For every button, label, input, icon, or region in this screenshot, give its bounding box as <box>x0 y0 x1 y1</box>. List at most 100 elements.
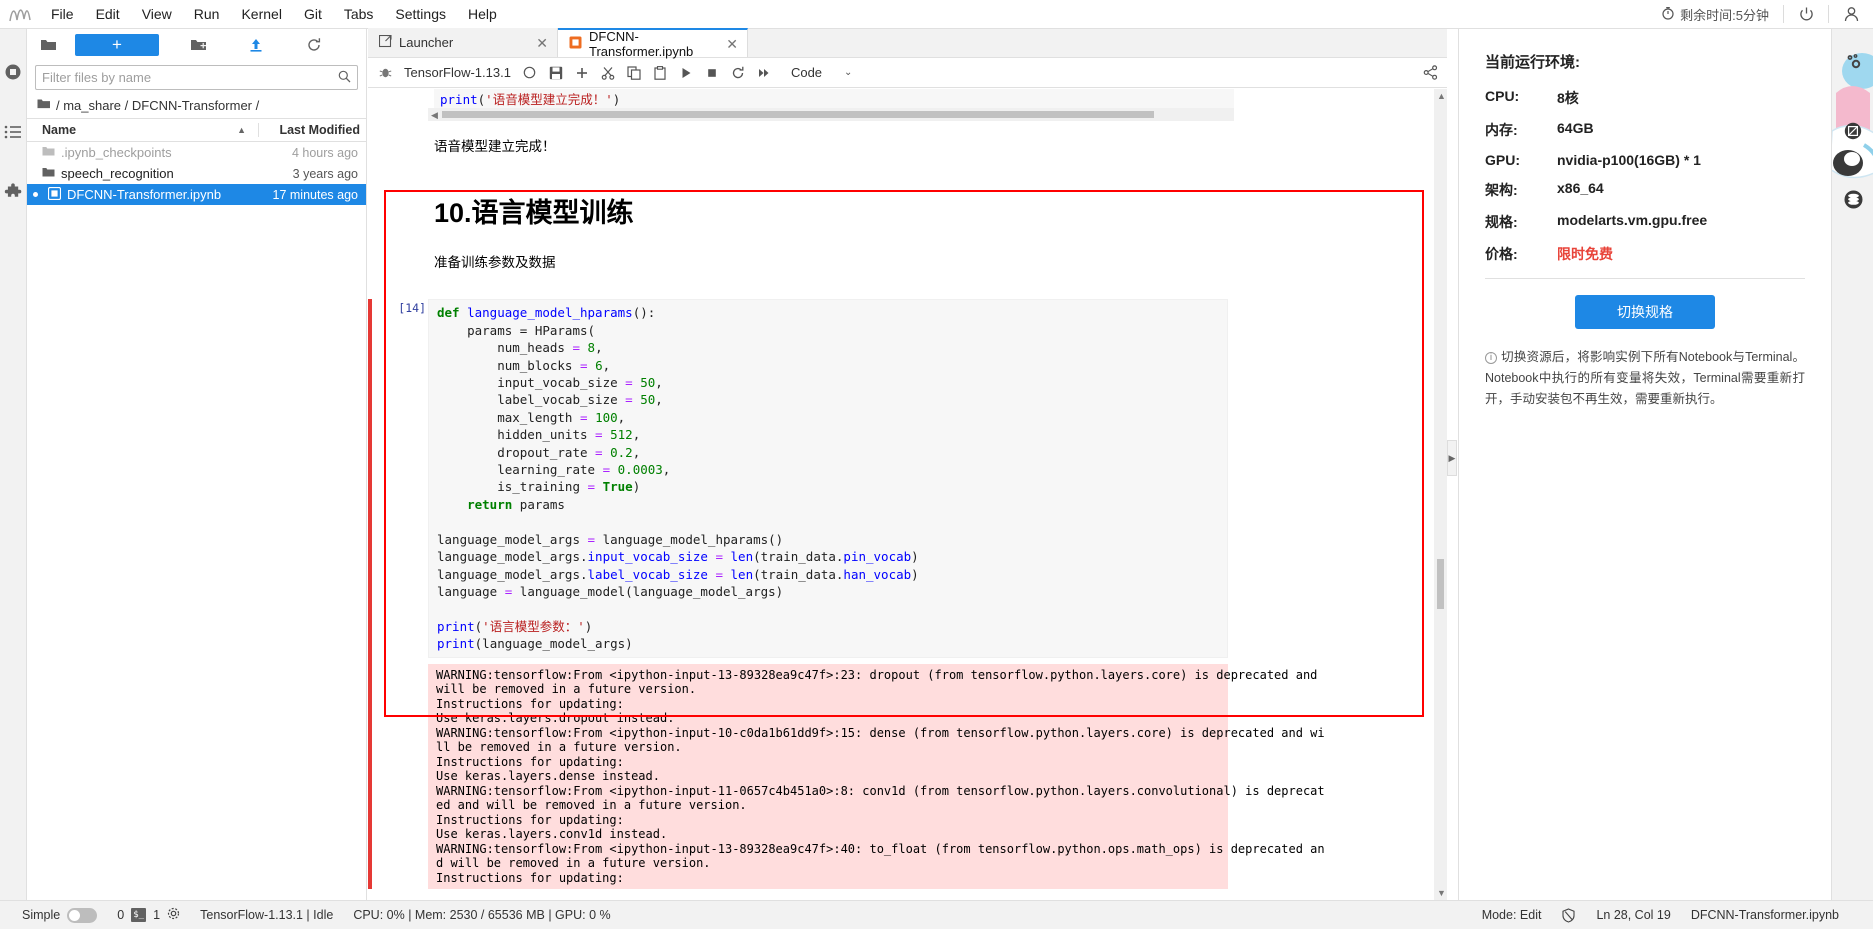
file-row-name: .ipynb_checkpoints <box>27 145 258 160</box>
menu-view[interactable]: View <box>131 0 183 29</box>
stop-icon[interactable] <box>699 60 725 86</box>
menu-git[interactable]: Git <box>293 0 333 29</box>
cell-prompt-label: [14] <box>398 301 426 316</box>
restart-icon[interactable] <box>725 60 751 86</box>
list-item[interactable]: speech_recognition 3 years ago <box>27 163 366 184</box>
power-icon[interactable] <box>1784 0 1828 29</box>
menu-file[interactable]: File <box>40 0 85 29</box>
notebook-vertical-scrollbar[interactable]: ▲ ▼ <box>1434 89 1447 900</box>
menu-edit[interactable]: Edit <box>85 0 131 29</box>
status-bar-right-group: Mode: Edit Ln 28, Col 19 DFCNN-Transform… <box>1472 901 1873 929</box>
share-icon[interactable] <box>1417 60 1443 86</box>
notebook-scroll-area[interactable]: print('语音模型建立完成！') ◀ 语音模型建立完成！ 10.语言模型训练… <box>368 89 1447 900</box>
divider <box>1485 278 1805 279</box>
run-icon[interactable] <box>673 60 699 86</box>
menu-bar: File Edit View Run Kernel Git Tabs Setti… <box>0 0 1873 29</box>
column-header-name[interactable]: Name ▲ <box>27 123 258 137</box>
column-header-last-modified[interactable]: Last Modified <box>258 123 366 137</box>
search-input[interactable] <box>42 70 338 85</box>
info-circle-icon: i <box>1485 351 1497 364</box>
env-key-price: 价格: <box>1485 246 1518 262</box>
code-token-paren-close: ) <box>612 92 621 107</box>
terminal-icon: $_ <box>131 908 147 922</box>
jupyter-logo-icon <box>0 4 40 24</box>
file-list: .ipynb_checkpoints 4 hours ago speech_re… <box>27 142 366 205</box>
cut-icon[interactable] <box>595 60 621 86</box>
breadcrumb[interactable]: / ma_share / DFCNN-Transformer / <box>27 93 366 118</box>
bug-icon[interactable] <box>372 60 398 86</box>
menu-run[interactable]: Run <box>183 0 231 29</box>
menu-settings[interactable]: Settings <box>384 0 457 29</box>
property-inspector-icon[interactable] <box>1832 39 1873 83</box>
file-row-name: speech_recognition <box>27 166 258 181</box>
markdown-heading[interactable]: 10.语言模型训练 <box>434 191 1447 230</box>
cell-type-select[interactable]: Code ⌄ <box>785 62 858 84</box>
launcher-icon <box>378 34 392 51</box>
unsaved-dot-icon <box>33 192 38 197</box>
switch-spec-note-text: 切换资源后，将影响实例下所有Notebook与Terminal。 Noteboo… <box>1485 350 1805 406</box>
toggle-switch[interactable] <box>67 907 98 923</box>
upload-icon[interactable] <box>227 31 285 58</box>
current-file-name: DFCNN-Transformer.ipynb <box>1690 908 1839 922</box>
add-folder-icon[interactable] <box>169 31 227 58</box>
close-icon[interactable]: ✕ <box>718 37 738 51</box>
running-terminals-icon[interactable] <box>0 51 27 93</box>
close-icon[interactable]: ✕ <box>528 36 548 50</box>
file-name-label: speech_recognition <box>61 166 174 181</box>
markdown-paragraph[interactable]: 准备训练参数及数据 <box>434 251 1447 271</box>
extension-puzzle-icon[interactable] <box>0 171 27 213</box>
simple-mode-toggle[interactable]: Simple <box>0 901 107 929</box>
env-key-memory: 内存: <box>1485 122 1518 138</box>
switch-spec-button[interactable]: 切换规格 <box>1575 295 1715 329</box>
tab-launcher[interactable]: Launcher ✕ <box>368 28 558 57</box>
user-account-icon[interactable] <box>1829 0 1873 29</box>
copy-icon[interactable] <box>621 60 647 86</box>
search-icon[interactable] <box>338 70 351 86</box>
file-modified-label: 17 minutes ago <box>272 187 358 202</box>
tab-bar: Launcher ✕ DFCNN-Transformer.ipynb ✕ <box>368 28 1447 59</box>
scroll-down-arrow-icon[interactable]: ▼ <box>1437 888 1446 898</box>
tab-notebook[interactable]: DFCNN-Transformer.ipynb ✕ <box>558 28 748 59</box>
kernel-status[interactable]: TensorFlow-1.13.1 | Idle <box>190 901 343 929</box>
list-item-selected[interactable]: DFCNN-Transformer.ipynb 17 minutes ago <box>27 184 366 205</box>
stack-layers-icon[interactable] <box>1832 177 1873 221</box>
env-row-flavor: 规格: modelarts.vm.gpu.free <box>1485 212 1805 232</box>
environment-info-panel: 当前运行环境: CPU: 8核 内存: 64GB GPU: nvidia-p10… <box>1458 29 1831 900</box>
scrollbar-thumb[interactable] <box>442 111 1154 119</box>
save-icon[interactable] <box>543 60 569 86</box>
file-list-header: Name ▲ Last Modified <box>27 118 366 142</box>
list-item[interactable]: .ipynb_checkpoints 4 hours ago <box>27 142 366 163</box>
filter-files-field[interactable] <box>35 65 358 90</box>
scroll-up-arrow-icon[interactable]: ▲ <box>1437 91 1446 101</box>
cell-type-value: Code <box>790 65 823 80</box>
file-name-label: DFCNN-Transformer.ipynb <box>67 187 222 202</box>
paste-icon[interactable] <box>647 60 673 86</box>
folder-icon <box>37 98 51 113</box>
menu-kernel[interactable]: Kernel <box>230 0 292 29</box>
collapse-right-panel-handle[interactable]: ▶ <box>1447 440 1457 476</box>
code-cell-top-input[interactable]: print('语音模型建立完成！') <box>434 89 1234 109</box>
commands-list-icon[interactable] <box>0 111 27 153</box>
scrollbar-thumb[interactable] <box>1437 559 1444 609</box>
no-connection-shield-icon[interactable] <box>1551 901 1586 929</box>
tab-label: DFCNN-Transformer.ipynb <box>589 28 694 59</box>
file-row-name: DFCNN-Transformer.ipynb <box>27 186 258 203</box>
new-launcher-button[interactable]: + <box>75 33 159 56</box>
cell-horizontal-scrollbar[interactable]: ◀ <box>428 108 1234 122</box>
file-filter-wrapper <box>27 60 366 93</box>
menu-help[interactable]: Help <box>457 0 508 29</box>
resource-monitor-icon[interactable] <box>1832 109 1873 153</box>
sort-ascending-icon[interactable]: ▲ <box>237 125 246 135</box>
code-editor[interactable]: def language_model_hparams(): params = H… <box>428 299 1228 658</box>
refresh-icon[interactable] <box>285 31 343 58</box>
scroll-left-arrow-icon[interactable]: ◀ <box>431 110 438 121</box>
active-code-cell[interactable]: 4.2 s [14] def language_model_hparams():… <box>368 299 1447 890</box>
kernel-name-label[interactable]: TensorFlow-1.13.1 <box>398 65 517 80</box>
new-folder-icon[interactable] <box>31 31 65 58</box>
file-name-label: .ipynb_checkpoints <box>61 145 172 160</box>
restart-run-all-icon[interactable] <box>751 60 777 86</box>
insert-cell-icon[interactable] <box>569 60 595 86</box>
switch-spec-note: i 切换资源后，将影响实例下所有Notebook与Terminal。 Notebo… <box>1485 347 1805 410</box>
kernel-sessions-count[interactable]: 0 $_ 1 <box>107 901 190 929</box>
menu-tabs[interactable]: Tabs <box>333 0 385 29</box>
